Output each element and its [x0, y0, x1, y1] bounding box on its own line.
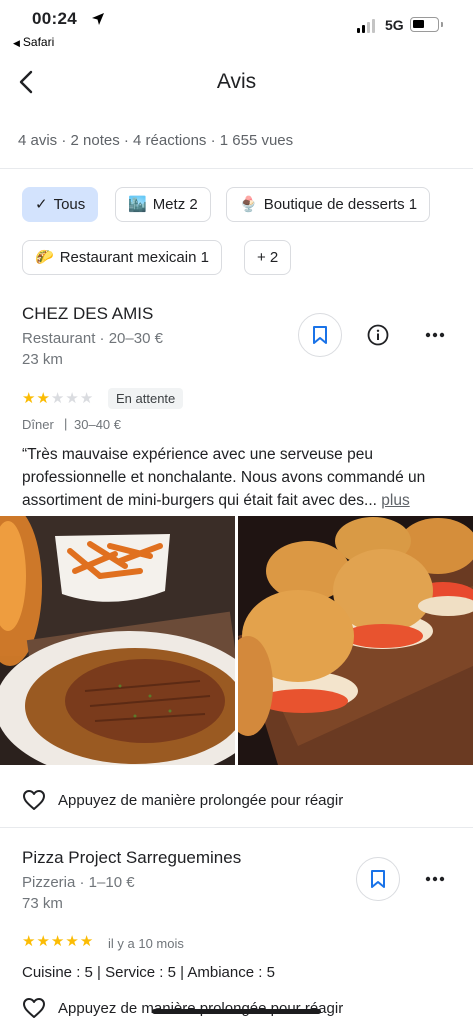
page-title: Avis: [216, 70, 257, 93]
star-icon: ★: [65, 933, 79, 950]
bookmark-icon: [371, 870, 385, 888]
meal-type: Dîner: [22, 417, 54, 432]
location-arrow-icon: [92, 13, 104, 25]
reaction-button[interactable]: Appuyez de manière prolongée pour réagir: [22, 789, 343, 811]
star-icon: ★: [50, 933, 65, 950]
back-triangle-icon: ◀: [13, 38, 20, 48]
place-category: Restaurant · 20–30 €: [22, 330, 163, 347]
star-icon: ★: [50, 390, 65, 407]
place-distance: 73 km: [22, 895, 63, 912]
star-icon: ★: [36, 390, 50, 407]
steak-photo-image: [0, 516, 235, 765]
review-photo-steak[interactable]: [0, 516, 235, 765]
back-app-label: Safari: [22, 35, 55, 49]
star-icon: ★: [79, 933, 94, 950]
cityscape-icon: 🏙️: [128, 196, 147, 213]
network-type: 5G: [385, 17, 404, 33]
star-icon: ★: [36, 933, 50, 950]
filter-chip-more[interactable]: + 2: [244, 240, 292, 275]
star-rating: ★ ★ ★ ★ ★: [22, 934, 93, 949]
place-name[interactable]: Pizza Project Sarreguemines: [22, 848, 241, 868]
more-horizontal-icon: [425, 332, 445, 338]
review-stats: 4 avis · 2 notes · 4 réactions · 1 655 v…: [18, 132, 294, 149]
review-text: “Très mauvaise expérience avec une serve…: [22, 443, 457, 512]
filter-chip-metz[interactable]: 🏙️ Metz 2: [115, 187, 211, 222]
save-button[interactable]: [298, 313, 342, 357]
divider: [0, 827, 473, 828]
filter-chip-label: + 2: [257, 249, 279, 266]
info-button[interactable]: [364, 321, 392, 349]
checkmark-icon: ✓: [35, 196, 48, 213]
place-category: Pizzeria · 1–10 €: [22, 874, 135, 891]
review-text-body: “Très mauvaise expérience avec une serve…: [22, 446, 426, 509]
price-per-person: 30–40 €: [74, 417, 121, 432]
taco-icon: 🌮: [35, 249, 54, 266]
star-icon: ★: [22, 933, 36, 950]
bookmark-icon: [313, 326, 327, 344]
more-options-button[interactable]: [421, 865, 449, 893]
rating-criteria: Cuisine : 5 | Service : 5 | Ambiance : 5: [22, 964, 275, 981]
status-badge: En attente: [108, 388, 184, 409]
filter-chip-label: Boutique de desserts 1: [263, 196, 418, 213]
reaction-button[interactable]: Appuyez de manière prolongée pour réagir: [22, 997, 343, 1019]
review-time: il y a 10 mois: [108, 936, 184, 951]
back-to-app-link[interactable]: ◀ Safari: [13, 35, 54, 49]
battery-icon: [410, 17, 443, 32]
burgers-photo-image: [238, 516, 473, 765]
divider: [0, 168, 473, 169]
more-horizontal-icon: [425, 876, 445, 882]
star-icon: ★: [22, 390, 36, 407]
heart-icon: [23, 998, 45, 1018]
review-photo-burgers[interactable]: [238, 516, 473, 765]
star-icon: ★: [65, 390, 79, 407]
place-distance: 23 km: [22, 351, 63, 368]
ice-cream-icon: 🍨: [239, 196, 258, 213]
filter-chip-label: Restaurant mexicain 1: [59, 249, 209, 266]
meta-separator: |: [64, 416, 68, 431]
save-button[interactable]: [356, 857, 400, 901]
status-time: 00:24: [32, 9, 77, 28]
filter-chip-all[interactable]: ✓ Tous: [22, 187, 99, 222]
place-name[interactable]: CHEZ DES AMIS: [22, 304, 153, 324]
info-icon: [367, 324, 389, 346]
status-bar: 00:24 ◀ Safari 5G: [0, 0, 473, 52]
star-rating: ★ ★ ★ ★ ★: [22, 391, 93, 406]
reaction-hint: Appuyez de manière prolongée pour réagir: [58, 791, 344, 809]
filter-chip-label: Metz 2: [152, 196, 198, 213]
home-indicator[interactable]: [152, 1009, 321, 1014]
read-more-link[interactable]: plus: [381, 492, 409, 509]
cellular-signal-icon: [357, 19, 375, 33]
filter-chip-mexican[interactable]: 🌮 Restaurant mexicain 1: [22, 240, 222, 275]
heart-icon: [23, 790, 45, 810]
more-options-button[interactable]: [421, 321, 449, 349]
star-icon: ★: [79, 390, 94, 407]
filter-chip-desserts[interactable]: 🍨 Boutique de desserts 1: [226, 187, 431, 222]
filter-chip-label: Tous: [53, 196, 86, 213]
